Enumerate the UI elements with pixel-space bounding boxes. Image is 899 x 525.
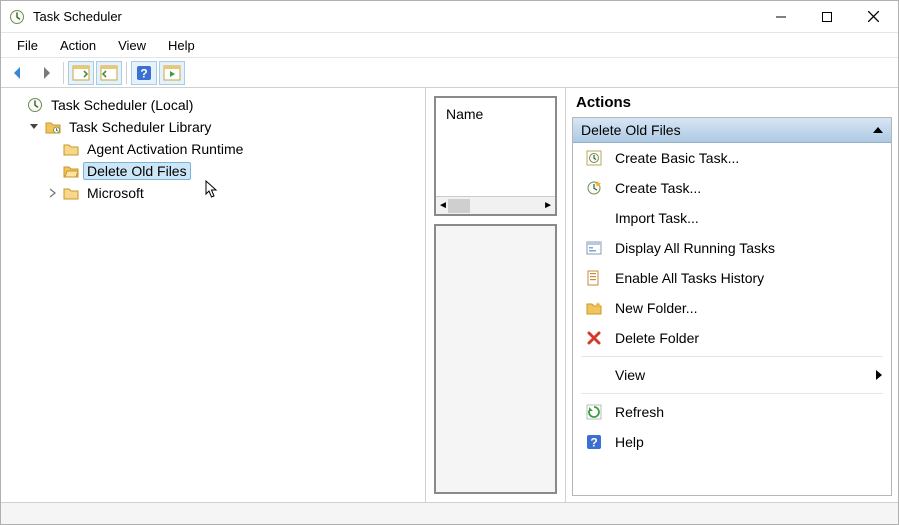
titlebar: Task Scheduler bbox=[1, 1, 898, 33]
action-import-task[interactable]: Import Task... bbox=[573, 203, 891, 233]
action-separator bbox=[581, 393, 883, 394]
action-label: Create Task... bbox=[615, 180, 701, 196]
folder-icon bbox=[63, 141, 79, 157]
action-label: Help bbox=[615, 434, 644, 450]
window-title: Task Scheduler bbox=[33, 9, 122, 24]
new-folder-icon bbox=[585, 299, 603, 317]
actions-pane-title: Actions bbox=[572, 92, 892, 117]
action-view-submenu[interactable]: View bbox=[573, 360, 891, 390]
action-label: View bbox=[615, 367, 645, 383]
clock-star-icon bbox=[585, 179, 603, 197]
action-enable-history[interactable]: Enable All Tasks History bbox=[573, 263, 891, 293]
tree-library-label: Task Scheduler Library bbox=[65, 118, 215, 136]
action-label: Create Basic Task... bbox=[615, 150, 739, 166]
tree-item-microsoft[interactable]: Microsoft bbox=[45, 182, 425, 204]
minimize-button[interactable] bbox=[758, 1, 804, 33]
task-list-pane: Name ◄ ► bbox=[426, 88, 566, 502]
help-icon: ? bbox=[585, 433, 603, 451]
scroll-thumb[interactable] bbox=[448, 199, 470, 213]
tree-item-agent-activation[interactable]: ▸ Agent Activation Runtime bbox=[45, 138, 425, 160]
menubar: File Action View Help bbox=[1, 33, 898, 57]
history-icon bbox=[585, 269, 603, 287]
blank-icon bbox=[585, 366, 603, 384]
toolbar-separator bbox=[63, 62, 64, 84]
tree-item-delete-old-files[interactable]: ▸ Delete Old Files bbox=[45, 160, 425, 182]
task-detail-box bbox=[434, 224, 557, 494]
tree-library[interactable]: Task Scheduler Library bbox=[27, 116, 425, 138]
tree-item-label: Delete Old Files bbox=[83, 162, 191, 180]
delete-icon bbox=[585, 329, 603, 347]
show-hide-console-tree-button[interactable] bbox=[68, 61, 94, 85]
nav-back-button[interactable] bbox=[5, 61, 31, 85]
clock-icon bbox=[27, 97, 43, 113]
navigation-tree: ▸ Task Scheduler (Local) bbox=[9, 94, 425, 204]
action-separator bbox=[581, 356, 883, 357]
action-label: Enable All Tasks History bbox=[615, 270, 764, 286]
tree-root-label: Task Scheduler (Local) bbox=[47, 96, 197, 114]
chevron-down-icon[interactable] bbox=[27, 120, 41, 134]
refresh-icon bbox=[585, 403, 603, 421]
show-hide-action-pane-button[interactable] bbox=[96, 61, 122, 85]
actions-pane: Actions Delete Old Files Create Basic Ta… bbox=[566, 88, 898, 502]
action-delete-folder[interactable]: Delete Folder bbox=[573, 323, 891, 353]
running-tasks-icon bbox=[585, 239, 603, 257]
submenu-arrow-icon bbox=[875, 369, 883, 381]
collapse-icon[interactable] bbox=[873, 126, 883, 134]
toolbar-help-button[interactable]: ? bbox=[131, 61, 157, 85]
action-create-basic-task[interactable]: Create Basic Task... bbox=[573, 143, 891, 173]
clock-icon bbox=[9, 9, 25, 25]
column-header-name[interactable]: Name bbox=[436, 98, 555, 196]
toolbar-separator bbox=[126, 62, 127, 84]
action-label: Import Task... bbox=[615, 210, 699, 226]
menu-help[interactable]: Help bbox=[158, 36, 205, 55]
library-icon bbox=[45, 119, 61, 135]
scroll-right-icon[interactable]: ► bbox=[543, 200, 553, 211]
nav-forward-button[interactable] bbox=[33, 61, 59, 85]
scroll-left-icon[interactable]: ◄ bbox=[438, 200, 448, 211]
client-area: ▸ Task Scheduler (Local) bbox=[1, 88, 898, 502]
maximize-button[interactable] bbox=[804, 1, 850, 33]
toolbar: ? bbox=[1, 58, 898, 88]
action-label: Refresh bbox=[615, 404, 664, 420]
statusbar bbox=[1, 502, 898, 524]
tree-pane: ▸ Task Scheduler (Local) bbox=[1, 88, 426, 502]
wizard-icon bbox=[585, 149, 603, 167]
action-create-task[interactable]: Create Task... bbox=[573, 173, 891, 203]
actions-box: Delete Old Files Create Basic Task... bbox=[572, 117, 892, 496]
action-refresh[interactable]: Refresh bbox=[573, 397, 891, 427]
svg-text:?: ? bbox=[590, 436, 597, 450]
folder-open-icon bbox=[63, 163, 79, 179]
horizontal-scrollbar[interactable]: ◄ ► bbox=[436, 196, 555, 214]
actions-context-header[interactable]: Delete Old Files bbox=[573, 118, 891, 143]
menu-view[interactable]: View bbox=[108, 36, 156, 55]
action-label: Display All Running Tasks bbox=[615, 240, 775, 256]
tree-item-label: Agent Activation Runtime bbox=[83, 140, 247, 158]
menu-file[interactable]: File bbox=[7, 36, 48, 55]
task-list-box: Name ◄ ► bbox=[434, 96, 557, 216]
task-scheduler-window: Task Scheduler File Action View Help bbox=[0, 0, 899, 525]
blank-icon bbox=[585, 209, 603, 227]
action-label: New Folder... bbox=[615, 300, 697, 316]
menu-action[interactable]: Action bbox=[50, 36, 106, 55]
action-display-running[interactable]: Display All Running Tasks bbox=[573, 233, 891, 263]
svg-text:?: ? bbox=[140, 66, 147, 80]
chevron-right-icon[interactable] bbox=[45, 186, 59, 200]
folder-icon bbox=[63, 185, 79, 201]
tree-root[interactable]: ▸ Task Scheduler (Local) bbox=[9, 94, 425, 116]
tree-item-label: Microsoft bbox=[83, 184, 148, 202]
actions-context-label: Delete Old Files bbox=[581, 122, 681, 138]
action-help[interactable]: ? Help bbox=[573, 427, 891, 457]
action-label: Delete Folder bbox=[615, 330, 699, 346]
toolbar-run-button[interactable] bbox=[159, 61, 185, 85]
close-button[interactable] bbox=[850, 1, 896, 33]
action-new-folder[interactable]: New Folder... bbox=[573, 293, 891, 323]
